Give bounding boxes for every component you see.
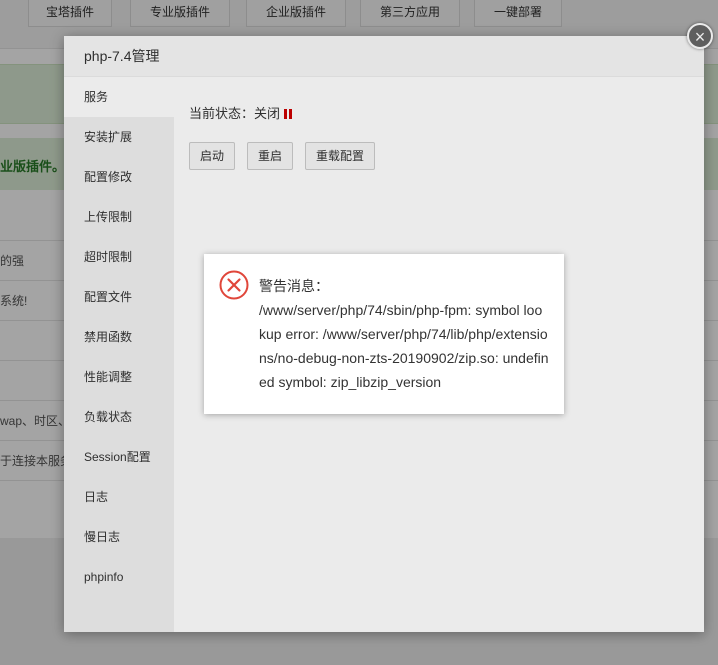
alert-title: 警告消息：	[259, 278, 329, 294]
error-circle-icon	[219, 270, 249, 300]
alert-message: /www/server/php/74/sbin/php-fpm: symbol …	[259, 302, 549, 390]
error-alert: 警告消息： /www/server/php/74/sbin/php-fpm: s…	[204, 254, 564, 414]
alert-message-block: 警告消息： /www/server/php/74/sbin/php-fpm: s…	[259, 274, 549, 394]
